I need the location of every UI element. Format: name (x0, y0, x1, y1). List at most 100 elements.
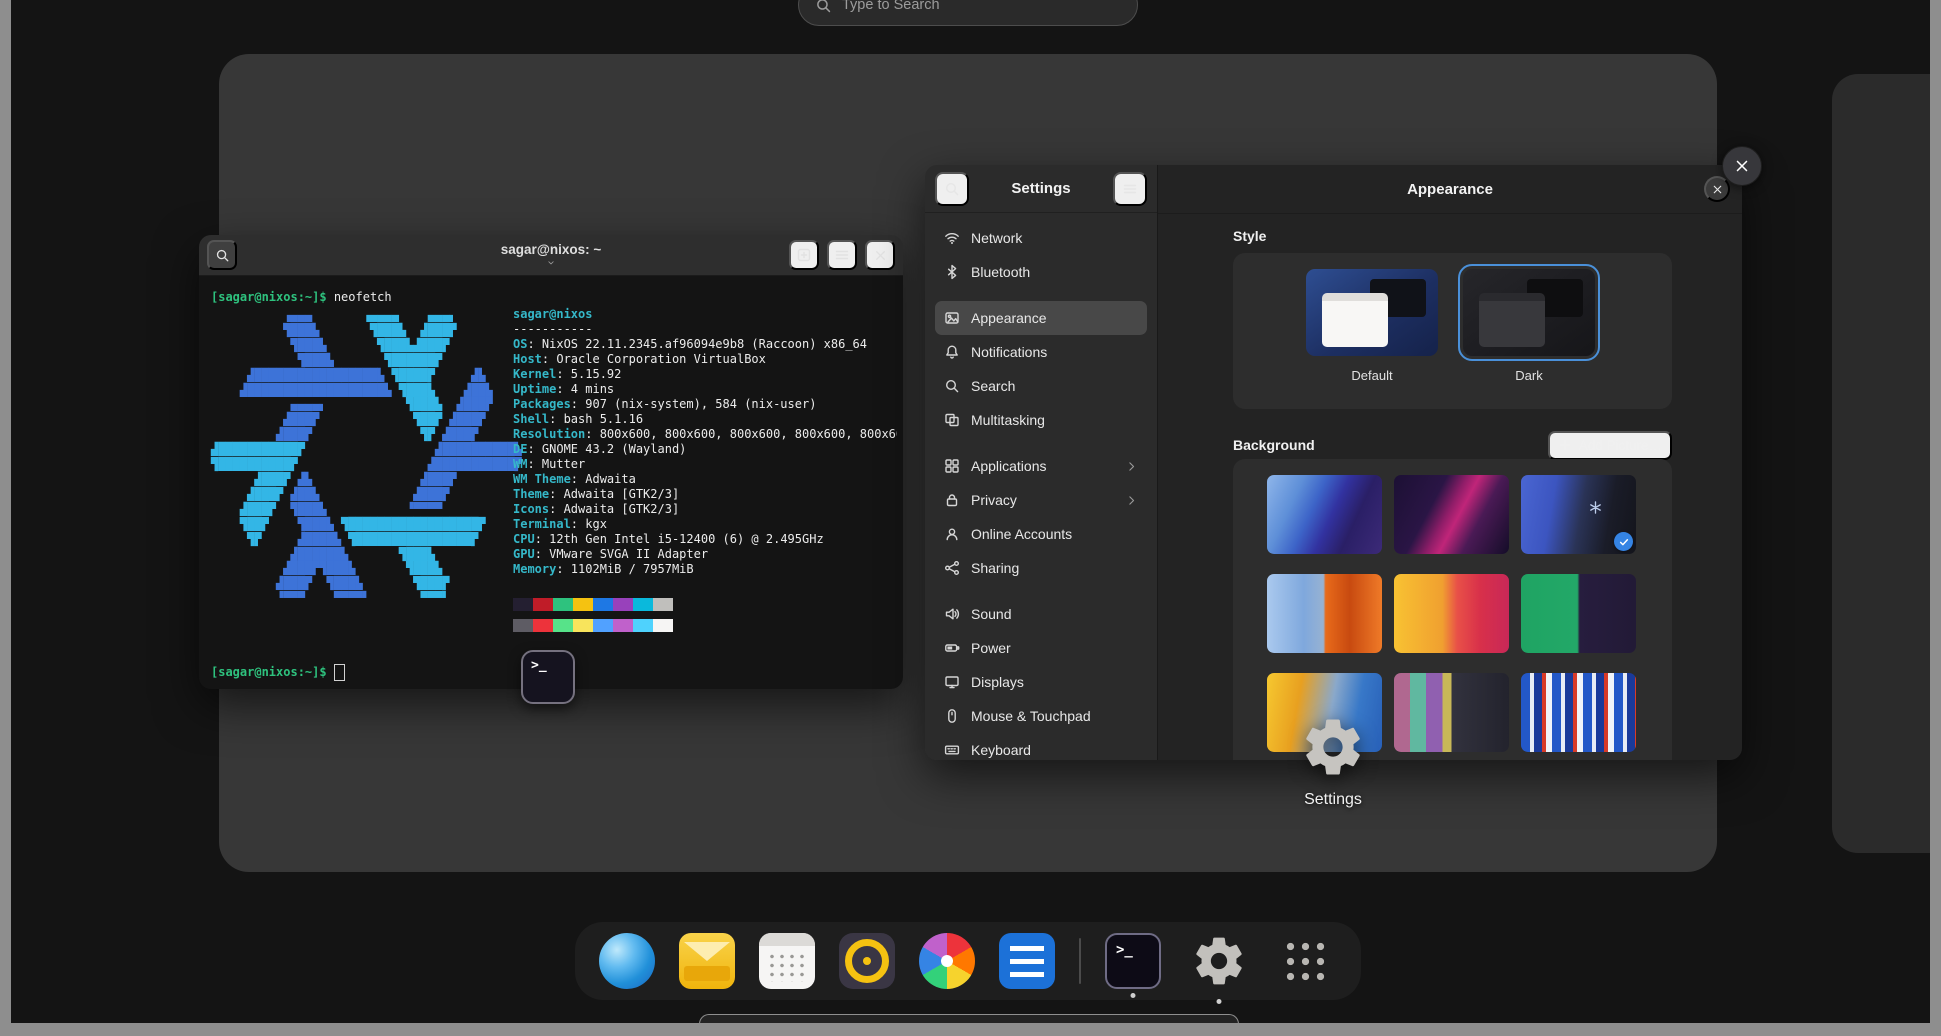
settings-icon[interactable] (1185, 927, 1253, 995)
search-icon (215, 248, 230, 263)
sidebar-item-displays[interactable]: Displays (935, 665, 1147, 699)
file-manager-icon[interactable] (999, 933, 1055, 989)
sidebar-item-label: Sound (971, 606, 1011, 622)
style-card: Default Dark (1233, 253, 1672, 409)
settings-sidebar-header: Settings (925, 165, 1157, 213)
sidebar-group-gap (935, 289, 1147, 301)
sidebar-item-label: Network (971, 230, 1022, 246)
sidebar-item-power[interactable]: Power (935, 631, 1147, 665)
search-icon (815, 0, 832, 14)
web-browser-icon[interactable] (599, 933, 655, 989)
keyboard-icon (944, 742, 960, 758)
terminal-search-button[interactable] (207, 240, 237, 270)
wallpaper-thumbnail-green-truchet-dots[interactable] (1521, 574, 1636, 653)
sidebar-item-notifications[interactable]: Notifications (935, 335, 1147, 369)
sidebar-item-search[interactable]: Search (935, 369, 1147, 403)
network-icon (944, 230, 960, 246)
terminal-new-tab-button[interactable] (789, 240, 819, 270)
sound-icon (944, 606, 960, 622)
style-dark-label: Dark (1463, 368, 1595, 383)
terminal-headerbar: sagar@nixos: ~ (199, 235, 903, 276)
settings-search-button[interactable] (935, 172, 969, 206)
background-card (1233, 459, 1672, 760)
running-indicator-dot (1217, 999, 1222, 1004)
multitasking-icon (944, 412, 960, 428)
sidebar-item-label: Bluetooth (971, 264, 1030, 280)
style-option-dark[interactable]: Dark (1463, 269, 1595, 383)
console-glyph: >_ (1105, 933, 1161, 989)
sidebar-item-sharing[interactable]: Sharing (935, 551, 1147, 585)
add-picture-button[interactable]: Add Picture… (1548, 431, 1672, 460)
close-icon (1733, 157, 1751, 175)
style-default-preview (1306, 269, 1438, 356)
wallpaper-thumbnail-amber-red-gradient[interactable] (1394, 574, 1509, 653)
style-option-default[interactable]: Default (1306, 269, 1438, 383)
settings-sidebar-list: Network Bluetooth Appearance Notifications S… (925, 213, 1157, 760)
settings-window[interactable]: Settings Network Bluetooth Appearance Notif… (925, 165, 1742, 760)
terminal-command-line: [sagar@nixos:~]$ neofetch (211, 290, 392, 305)
sidebar-group-gap (935, 437, 1147, 449)
console-app-icon[interactable]: >_ (521, 650, 575, 704)
sidebar-item-label: Displays (971, 674, 1024, 690)
background-section-label: Background (1233, 437, 1315, 453)
settings-title: Settings (1011, 180, 1070, 197)
privacy-icon (944, 492, 960, 508)
terminal-window[interactable]: sagar@nixos: ~ [sagar@nixos:~]$ neofetch… (199, 235, 903, 689)
sidebar-item-label: Privacy (971, 492, 1017, 508)
sidebar-item-bluetooth[interactable]: Bluetooth (935, 255, 1147, 289)
sidebar-item-sound[interactable]: Sound (935, 597, 1147, 631)
new-tab-icon (796, 247, 812, 263)
chevron-down-icon (546, 258, 556, 268)
overview-search-bar[interactable]: Type to Search (798, 0, 1138, 26)
bluetooth-icon (944, 264, 960, 280)
style-dark-preview (1463, 269, 1595, 356)
gear-icon (1191, 933, 1247, 989)
sharing-icon (944, 560, 960, 576)
sidebar-item-applications[interactable]: Applications (935, 449, 1147, 483)
sidebar-group-gap (935, 585, 1147, 597)
wallpaper-thumbnail-nixos-dark-blue[interactable] (1521, 475, 1636, 554)
search-placeholder: Type to Search (842, 0, 940, 13)
sidebar-item-label: Search (971, 378, 1015, 394)
chevron-right-icon (1125, 460, 1138, 473)
sidebar-item-privacy[interactable]: Privacy (935, 483, 1147, 517)
sidebar-item-appearance[interactable]: Appearance (935, 301, 1147, 335)
wallpaper-grid (1267, 475, 1636, 752)
terminal-menu-button[interactable] (827, 240, 857, 270)
sidebar-item-network[interactable]: Network (935, 221, 1147, 255)
files-glyph (999, 933, 1055, 989)
window-close-button[interactable] (1722, 146, 1762, 186)
calendar-icon[interactable] (759, 933, 815, 989)
console-icon[interactable]: >_ (1105, 933, 1161, 989)
sidebar-item-mouse-touchpad[interactable]: Mouse & Touchpad (935, 699, 1147, 733)
photos-icon[interactable] (919, 933, 975, 989)
screen-frame-left (0, 0, 11, 1036)
adjacent-workspace[interactable] (1832, 74, 1941, 853)
app-grid-icon[interactable] (1277, 933, 1333, 989)
settings-app-icon[interactable] (1300, 714, 1366, 780)
settings-menu-button[interactable] (1113, 172, 1147, 206)
wallpaper-thumbnail-dark-magenta-abstract[interactable] (1394, 475, 1509, 554)
mouse-touchpad-icon (944, 708, 960, 724)
terminal-close-button[interactable] (865, 240, 895, 270)
settings-close-button[interactable] (1704, 176, 1730, 202)
wallpaper-thumbnail-blue-orange-pixels[interactable] (1267, 574, 1382, 653)
neofetch-info: sagar@nixos-----------OS: NixOS 22.11.23… (513, 307, 897, 577)
mail-icon[interactable] (679, 933, 735, 989)
sidebar-item-online-accounts[interactable]: Online Accounts (935, 517, 1147, 551)
sidebar-item-label: Mouse & Touchpad (971, 708, 1091, 724)
wallpaper-thumbnail-glitch-pattern[interactable] (1394, 673, 1509, 752)
gnome-overview-screen: Type to Search sagar@nixos: ~ [s (0, 0, 1941, 1036)
terminal-title: sagar@nixos: ~ (501, 242, 602, 257)
appearance-page: Style Default Dark Background Add (1158, 214, 1742, 760)
dock-separator (1079, 938, 1081, 984)
wallpaper-thumbnail-blue-white-red-stripes[interactable] (1521, 673, 1636, 752)
sidebar-item-keyboard[interactable]: Keyboard (935, 733, 1147, 760)
sidebar-item-label: Multitasking (971, 412, 1045, 428)
screen-frame-right (1930, 0, 1941, 1036)
chevron-right-icon (1125, 494, 1138, 507)
wallpaper-thumbnail-blue-purple-geometric[interactable] (1267, 475, 1382, 554)
music-player-icon[interactable] (839, 933, 895, 989)
sidebar-item-multitasking[interactable]: Multitasking (935, 403, 1147, 437)
sidebar-item-label: Appearance (971, 310, 1047, 326)
